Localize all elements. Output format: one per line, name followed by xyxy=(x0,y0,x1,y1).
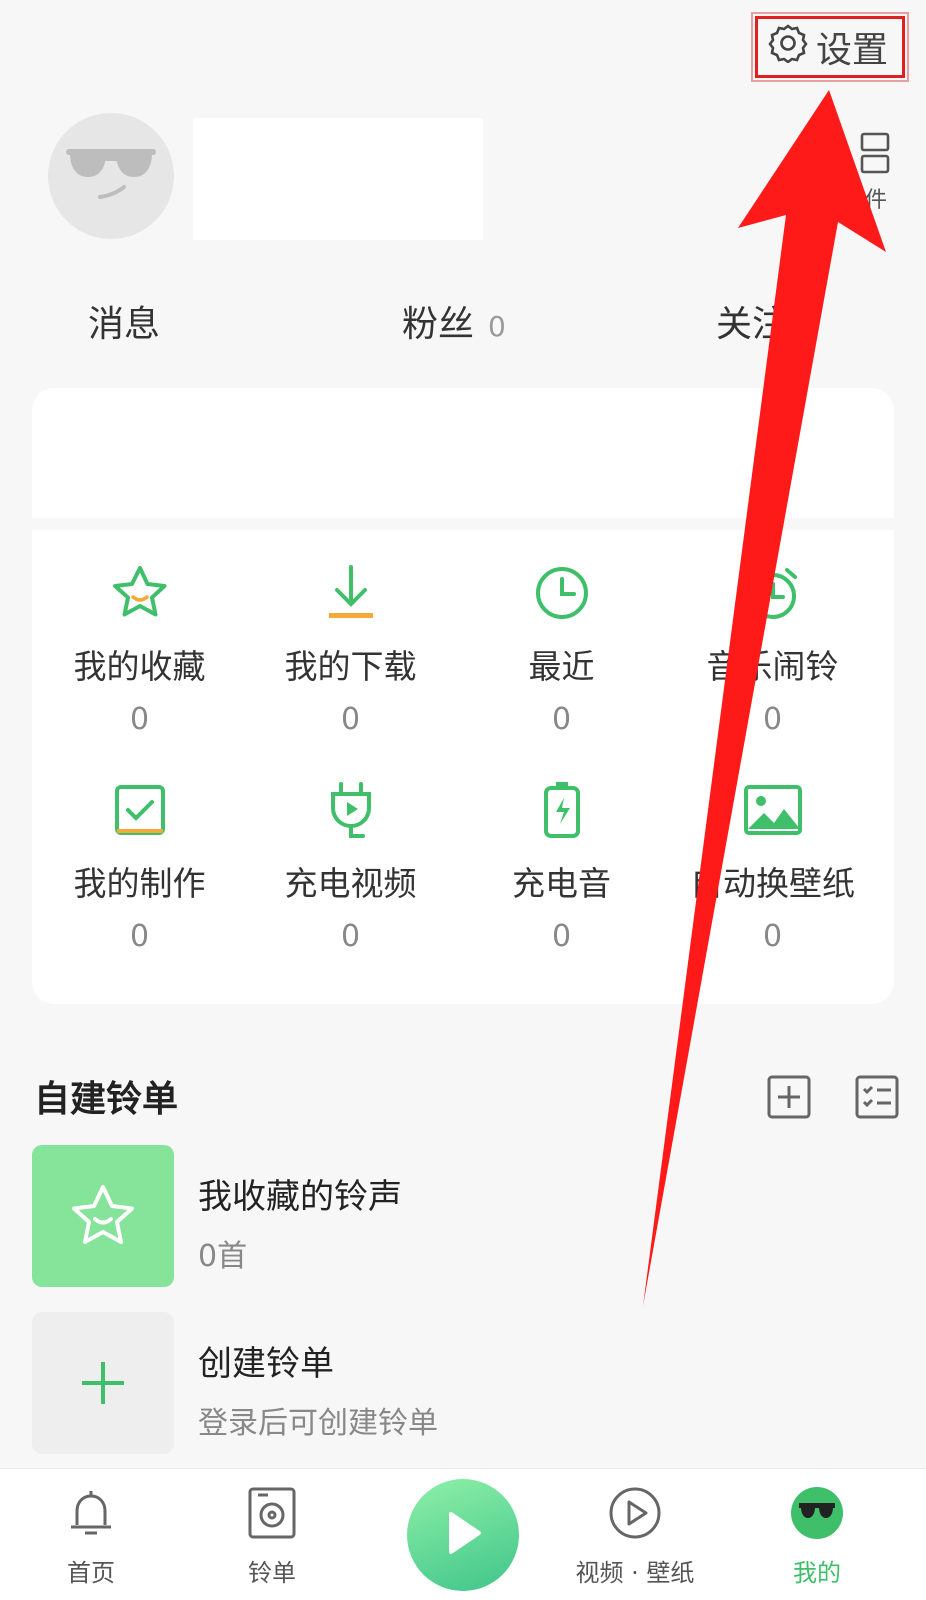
widget-icon xyxy=(858,130,894,182)
grid-item-recent[interactable]: 最近 0 xyxy=(454,558,669,737)
grid-item-label: 最近 xyxy=(528,647,595,686)
grid-item-charging-video[interactable]: 充电视频 0 xyxy=(243,775,458,954)
star-icon xyxy=(105,558,175,628)
play-icon xyxy=(441,1508,485,1562)
grid-item-label: 充电音 xyxy=(512,864,611,903)
profile-icon xyxy=(787,1485,847,1547)
clock-icon xyxy=(527,558,597,628)
grid-item-count: 0 xyxy=(551,702,572,737)
grid-item-count: 0 xyxy=(129,919,150,954)
section-title: 自建铃单 xyxy=(34,1079,179,1120)
grid-item-label: 音乐闹铃 xyxy=(706,647,839,686)
playlist-item-create[interactable]: 创建铃单 登录后可创建铃单 xyxy=(32,1312,894,1454)
stat-messages[interactable]: 消息 xyxy=(88,295,174,347)
grid-item-label: 我的下载 xyxy=(284,647,417,686)
grid-item-count: 0 xyxy=(762,919,783,954)
grid-item-label: 我的收藏 xyxy=(73,647,206,686)
stat-label: 消息 xyxy=(88,304,161,345)
stat-fans[interactable]: 粉丝 0 xyxy=(402,295,506,347)
grid-item-count: 0 xyxy=(340,919,361,954)
grid-item-favorites[interactable]: 我的收藏 0 xyxy=(32,558,247,737)
checklist-icon[interactable] xyxy=(854,1074,900,1120)
feature-grid: 我的收藏 0 我的下载 0 最近 0 音乐闹铃 0 我的制作 0 充电视频 0 … xyxy=(32,530,894,1004)
tab-label: 视频 · 壁纸 xyxy=(575,1559,695,1587)
tab-label: 我的 xyxy=(793,1559,841,1587)
tab-mine[interactable]: 我的 xyxy=(742,1485,892,1588)
avatar[interactable] xyxy=(48,113,174,239)
grid-item-auto-wallpaper[interactable]: 自动换壁纸 0 xyxy=(665,775,880,954)
plug-play-icon xyxy=(316,775,386,845)
plus-icon xyxy=(32,1312,174,1454)
tab-label: 首页 xyxy=(67,1559,115,1587)
star-icon xyxy=(32,1145,174,1287)
grid-item-label: 我的制作 xyxy=(73,864,206,903)
tab-playlists[interactable]: 铃单 xyxy=(197,1485,347,1588)
grid-item-count: 0 xyxy=(129,702,150,737)
gear-icon xyxy=(768,23,808,72)
checkbox-icon xyxy=(105,775,175,845)
playlist-title: 创建铃单 xyxy=(198,1344,334,1384)
grid-item-charging-sound[interactable]: 充电音 0 xyxy=(454,775,669,954)
stat-label: 关注 xyxy=(716,304,789,345)
grid-item-label: 充电视频 xyxy=(284,864,417,903)
download-icon xyxy=(316,558,386,628)
stats-row: 消息 粉丝 0 关注 0 xyxy=(0,295,926,355)
stat-following[interactable]: 关注 0 xyxy=(716,295,820,347)
play-button[interactable] xyxy=(407,1479,519,1591)
bottom-tab-bar: 首页 铃单 视频 · 壁纸 我的 xyxy=(0,1468,926,1600)
grid-item-alarm[interactable]: 音乐闹铃 0 xyxy=(665,558,880,737)
tab-label: 铃单 xyxy=(248,1559,296,1587)
settings-label: 设置 xyxy=(816,30,889,71)
playlist-item-favorites[interactable]: 我收藏的铃声 0首 xyxy=(32,1145,894,1287)
add-square-icon[interactable] xyxy=(766,1074,812,1120)
grid-item-count: 0 xyxy=(762,702,783,737)
settings-button[interactable]: 设置 xyxy=(751,12,909,82)
alarm-icon xyxy=(738,558,808,628)
username-placeholder xyxy=(193,118,483,240)
stat-count: 0 xyxy=(802,310,820,343)
tab-video-wallpaper[interactable]: 视频 · 壁纸 xyxy=(560,1485,710,1588)
banner-card[interactable] xyxy=(32,388,894,518)
grid-item-my-creations[interactable]: 我的制作 0 xyxy=(32,775,247,954)
grid-item-count: 0 xyxy=(551,919,572,954)
battery-icon xyxy=(527,775,597,845)
stat-count: 0 xyxy=(488,310,506,343)
stat-label: 粉丝 xyxy=(402,304,475,345)
tab-home[interactable]: 首页 xyxy=(16,1485,166,1588)
bell-icon xyxy=(63,1485,119,1547)
playlist-subtitle: 登录后可创建铃单 xyxy=(198,1406,438,1441)
grid-item-downloads[interactable]: 我的下载 0 xyxy=(243,558,458,737)
widget-label: 件 xyxy=(864,188,887,213)
widget-button[interactable]: 件 xyxy=(846,130,906,230)
playlist-icon xyxy=(244,1485,300,1547)
grid-item-label: 自动换壁纸 xyxy=(690,864,855,903)
playlist-title: 我收藏的铃声 xyxy=(198,1177,402,1217)
grid-item-count: 0 xyxy=(340,702,361,737)
image-icon xyxy=(738,775,808,845)
playlist-subtitle: 0首 xyxy=(198,1239,248,1274)
video-icon xyxy=(607,1485,663,1547)
